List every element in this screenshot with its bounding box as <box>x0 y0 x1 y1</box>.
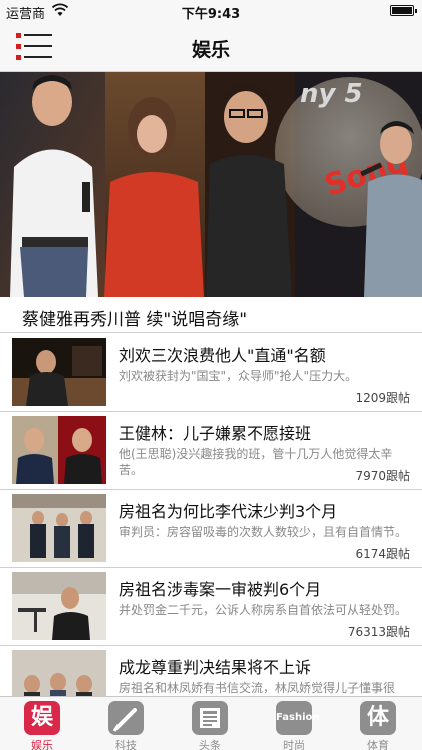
hero-image[interactable]: ny 5 Song <box>0 72 422 297</box>
entertainment-icon: 娱 <box>24 701 60 735</box>
battery-icon <box>390 5 417 16</box>
news-item[interactable]: 房祖名为何比李代沫少判3个月 审判员：房容留吸毒的次数人数较少，且有自首情节。 … <box>0 490 422 568</box>
news-list: 刘欢三次浪费他人"直通"名额 刘欢被获封为"国宝"，众导师"抢人"压力大。 12… <box>0 334 422 696</box>
comment-count: 76313跟帖 <box>347 625 410 639</box>
news-item[interactable]: 王健林：儿子嫌累不愿接班 他(王思聪)没兴趣接我的班，管十几万人他觉得太辛苦。 … <box>0 412 422 490</box>
news-thumbnail <box>12 416 106 484</box>
comment-count: 1209跟帖 <box>355 391 410 405</box>
headlines-icon <box>192 701 228 735</box>
news-thumbnail <box>12 572 106 640</box>
news-summary: 房祖名和林凤娇有书信交流，林凤娇觉得儿子懂事很 <box>119 681 396 695</box>
status-bar: 运营商 下午9:43 <box>0 0 422 22</box>
news-thumbnail <box>12 494 106 562</box>
news-summary: 审判员：房容留吸毒的次数人数较少，且有自首情节。 <box>119 525 408 539</box>
news-item[interactable]: 刘欢三次浪费他人"直通"名额 刘欢被获封为"国宝"，众导师"抢人"压力大。 12… <box>0 334 422 412</box>
tab-tech[interactable]: 科技 <box>84 699 168 750</box>
news-summary: 刘欢被获封为"国宝"，众导师"抢人"压力大。 <box>119 369 358 383</box>
news-item[interactable]: 成龙尊重判决结果将不上诉 房祖名和林凤娇有书信交流，林凤娇觉得儿子懂事很 <box>0 646 422 696</box>
tab-label: 体育 <box>367 739 389 750</box>
tab-label: 头条 <box>199 739 221 750</box>
sports-icon: 体 <box>360 701 396 735</box>
comment-count: 6174跟帖 <box>355 547 410 561</box>
page-title: 娱乐 <box>191 39 230 61</box>
news-thumbnail <box>12 650 106 696</box>
tab-label: 科技 <box>115 739 137 750</box>
news-summary: 并处罚金二千元，公诉人称房系自首依法可从轻处罚。 <box>119 603 408 617</box>
tab-label: 娱乐 <box>31 739 53 750</box>
fashion-icon: Fashion <box>276 701 319 735</box>
news-headline: 房祖名涉毒案一审被判6个月 <box>119 580 322 599</box>
news-headline: 刘欢三次浪费他人"直通"名额 <box>119 346 326 365</box>
news-headline: 房祖名为何比李代沫少判3个月 <box>119 502 338 521</box>
tab-bar: 娱 娱乐 科技 头条 Fashion 时尚 体 体育 <box>0 696 422 750</box>
comment-count: 7970跟帖 <box>355 469 410 483</box>
tab-fashion[interactable]: Fashion 时尚 <box>252 699 336 750</box>
news-item[interactable]: 房祖名涉毒案一审被判6个月 并处罚金二千元，公诉人称房系自首依法可从轻处罚。 7… <box>0 568 422 646</box>
news-headline: 成龙尊重判决结果将不上诉 <box>119 658 312 677</box>
tab-sports[interactable]: 体 体育 <box>336 699 420 750</box>
news-headline: 王健林：儿子嫌累不愿接班 <box>119 424 312 443</box>
tab-headlines[interactable]: 头条 <box>168 699 252 750</box>
navigation-bar: 娱乐 <box>0 22 422 72</box>
svg-text:ny 5: ny 5 <box>300 79 363 109</box>
clock: 下午9:43 <box>181 7 241 22</box>
hero-caption[interactable]: 蔡健雅再秀川普 续"说唱奇缘" <box>0 297 422 333</box>
news-thumbnail <box>12 338 106 406</box>
hero-illustration: ny 5 Song <box>0 72 422 297</box>
tab-entertainment[interactable]: 娱 娱乐 <box>0 699 84 750</box>
hero-caption-text: 蔡健雅再秀川普 续"说唱奇缘" <box>22 310 248 330</box>
tab-label: 时尚 <box>283 739 305 750</box>
tech-icon <box>108 701 144 735</box>
